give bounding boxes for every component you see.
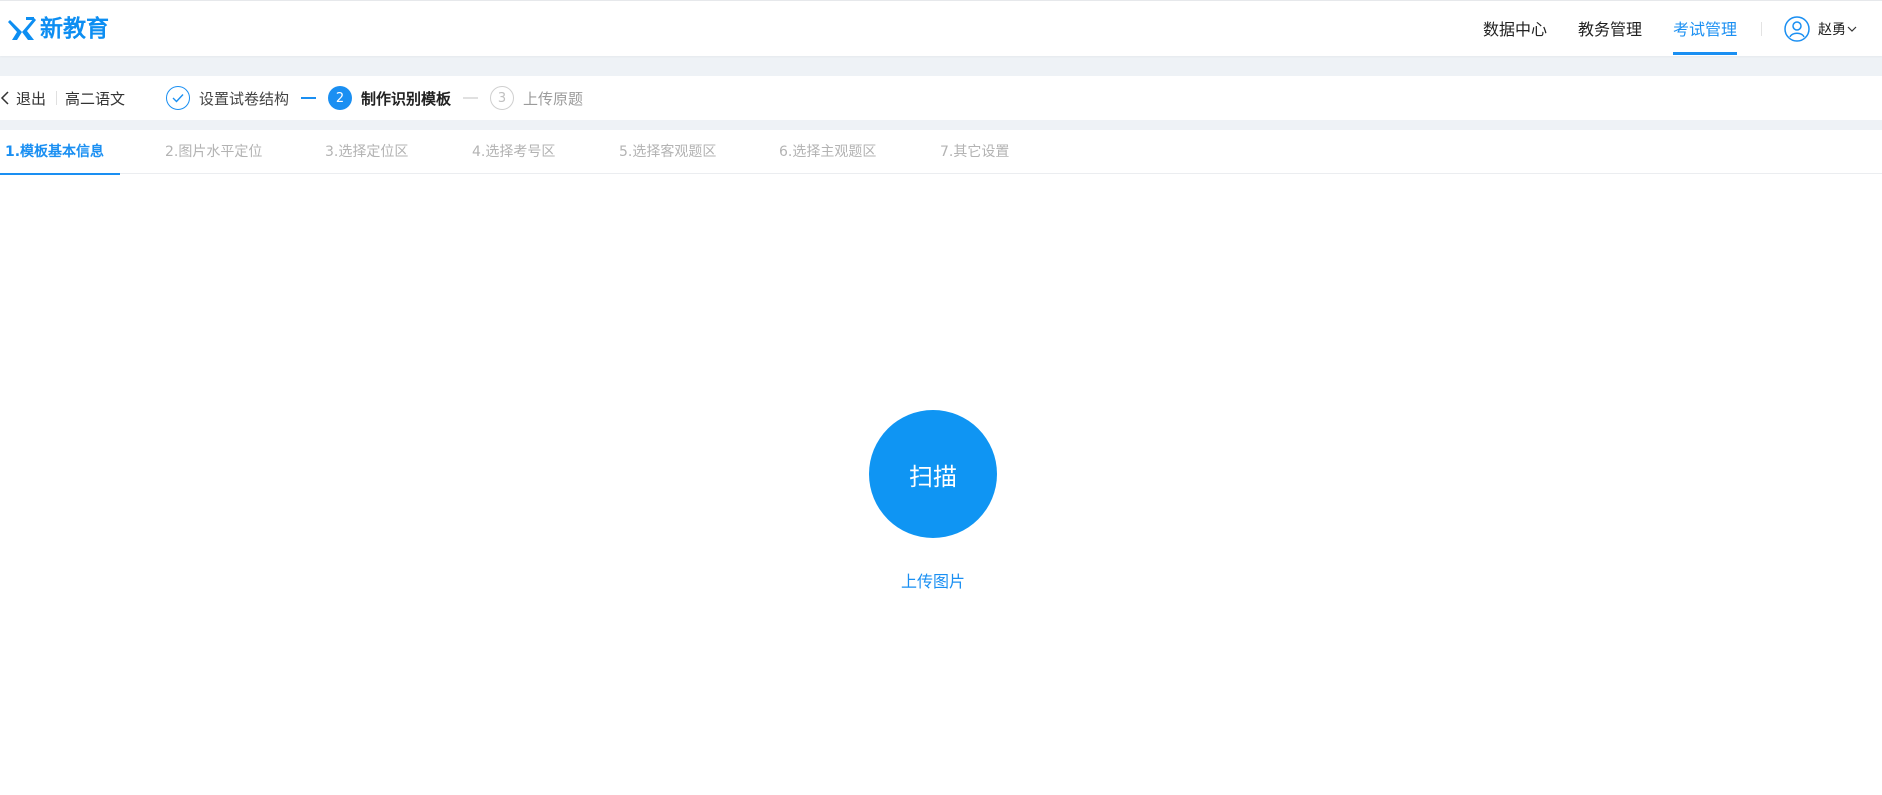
step-number: 3 bbox=[490, 86, 515, 110]
step-make-template[interactable]: 2 制作识别模板 bbox=[328, 86, 451, 110]
divider bbox=[56, 91, 58, 105]
step-upload-questions[interactable]: 3 上传原题 bbox=[490, 86, 583, 110]
avatar-icon bbox=[1784, 16, 1810, 42]
nav-divider bbox=[1761, 22, 1762, 36]
nav-item-label: 数据中心 bbox=[1482, 20, 1547, 39]
steps-bar: 退出 高二语文 设置试卷结构 2 制作识别模板 3 上传原题 bbox=[0, 76, 1882, 120]
tab-locator-area[interactable]: 3.选择定位区 bbox=[325, 130, 408, 174]
scan-button[interactable]: 扫描 bbox=[869, 410, 997, 538]
user-name: 赵勇 bbox=[1818, 22, 1846, 38]
step-label: 上传原题 bbox=[523, 89, 584, 108]
template-card: 1.模板基本信息 2.图片水平定位 3.选择定位区 4.选择考号区 5.选择客观… bbox=[0, 130, 1882, 795]
step-set-structure[interactable]: 设置试卷结构 bbox=[166, 86, 289, 110]
step-label: 制作识别模板 bbox=[361, 89, 452, 108]
nav-item-academic-affairs[interactable]: 教务管理 bbox=[1578, 1, 1642, 57]
tab-image-align[interactable]: 2.图片水平定位 bbox=[165, 130, 262, 174]
tab-objective-area[interactable]: 5.选择客观题区 bbox=[619, 130, 716, 174]
exit-button-label: 退出 bbox=[16, 89, 47, 108]
step-number: 2 bbox=[328, 86, 353, 110]
main-nav: 数据中心 教务管理 考试管理 赵勇 bbox=[1483, 1, 1882, 57]
user-menu[interactable]: 赵勇 bbox=[1784, 1, 1857, 57]
nav-item-exam-management[interactable]: 考试管理 bbox=[1672, 1, 1738, 57]
step-connector bbox=[463, 97, 479, 99]
nav-item-label: 考试管理 bbox=[1672, 20, 1737, 39]
logo-text: 新教育 bbox=[40, 15, 109, 42]
top-header: 新教育 数据中心 教务管理 考试管理 赵勇 bbox=[0, 0, 1882, 56]
nav-item-label: 教务管理 bbox=[1577, 20, 1642, 39]
chevron-down-icon bbox=[1847, 26, 1857, 32]
chevron-left-icon bbox=[0, 91, 9, 105]
step-connector bbox=[301, 97, 317, 99]
subject-title: 高二语文 bbox=[65, 89, 126, 108]
template-tabs: 1.模板基本信息 2.图片水平定位 3.选择定位区 4.选择考号区 5.选择客观… bbox=[0, 130, 1882, 175]
nav-item-data-center[interactable]: 数据中心 bbox=[1483, 1, 1547, 57]
logo-mark-icon bbox=[8, 17, 36, 40]
tab-subjective-area[interactable]: 6.选择主观题区 bbox=[779, 130, 876, 174]
wizard-steps: 设置试卷结构 2 制作识别模板 3 上传原题 bbox=[166, 76, 583, 120]
back-area: 退出 高二语文 bbox=[0, 76, 125, 120]
tab-exam-number-area[interactable]: 4.选择考号区 bbox=[472, 130, 555, 174]
step-label: 设置试卷结构 bbox=[199, 89, 290, 108]
logo[interactable]: 新教育 bbox=[8, 13, 109, 45]
check-icon bbox=[166, 86, 190, 110]
tab-other-settings[interactable]: 7.其它设置 bbox=[940, 130, 1009, 174]
exit-button[interactable]: 退出 bbox=[0, 88, 46, 109]
upload-image-link[interactable]: 上传图片 bbox=[833, 568, 1033, 592]
tab-basic-info[interactable]: 1.模板基本信息 bbox=[0, 130, 121, 175]
